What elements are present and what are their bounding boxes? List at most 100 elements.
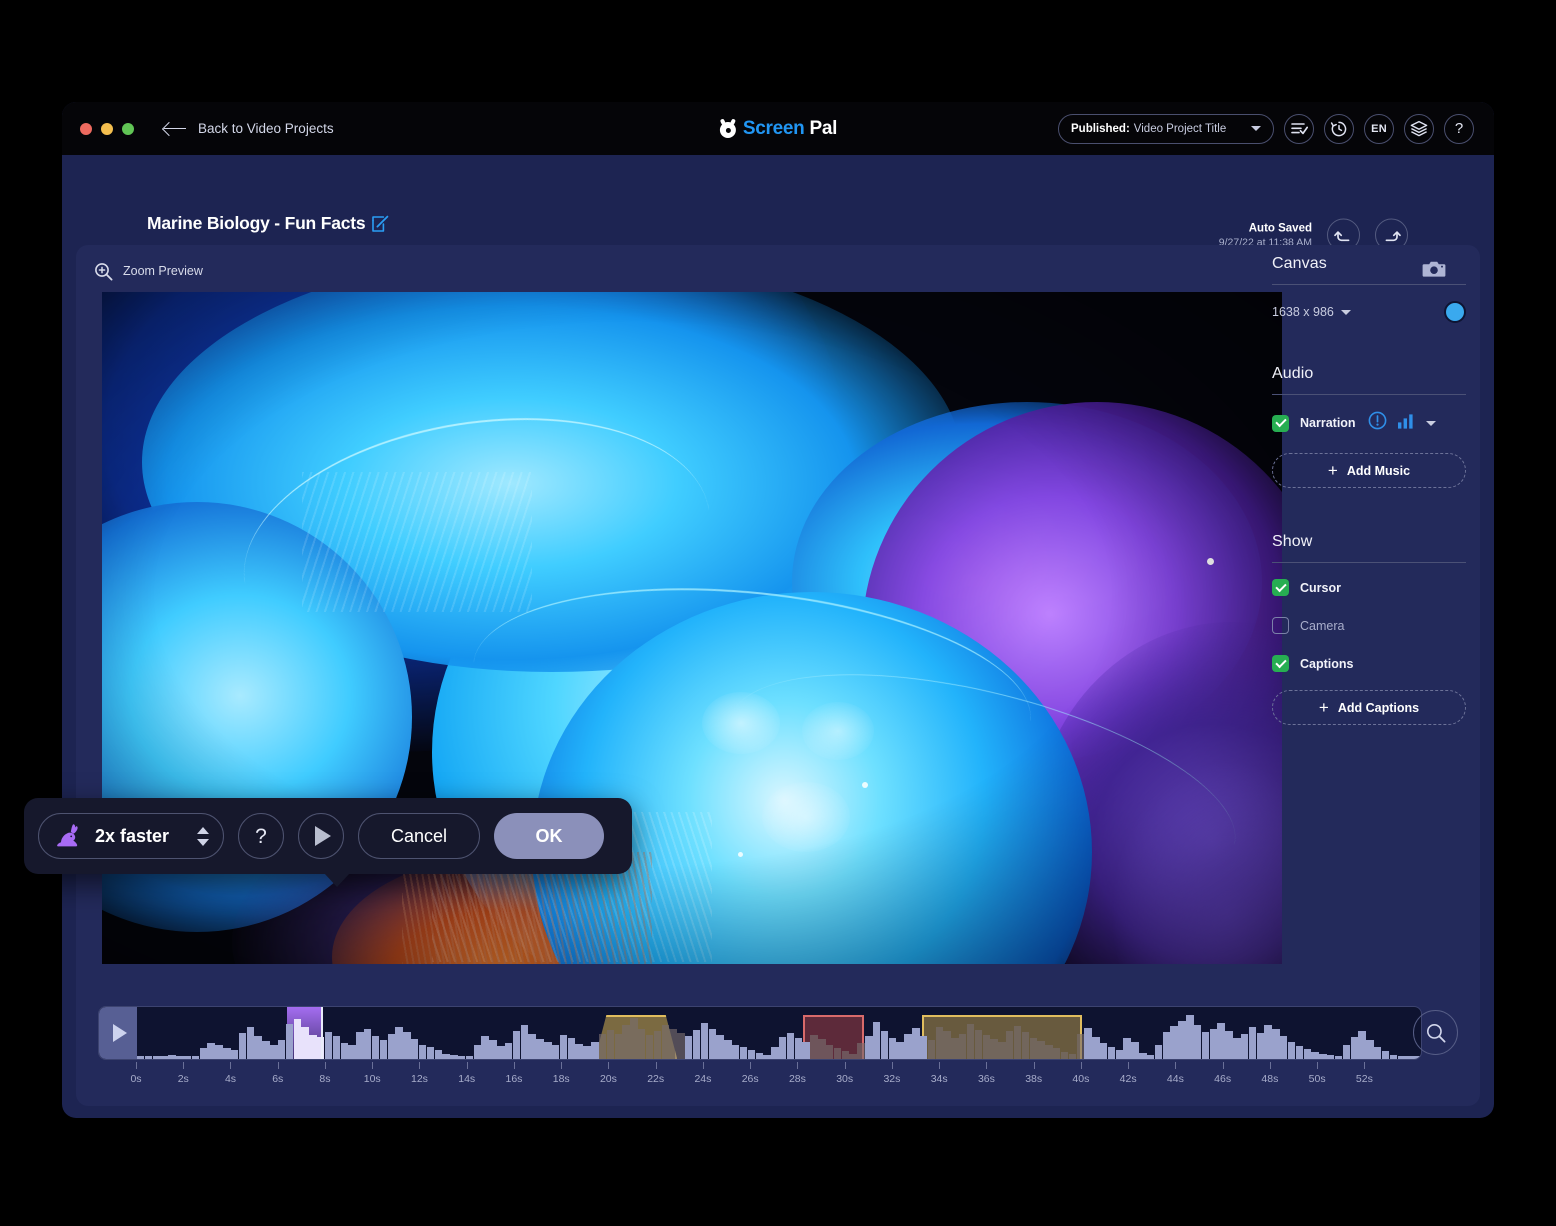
waveform-bar — [912, 1028, 920, 1059]
waveform-bar — [771, 1046, 779, 1059]
show-cursor-row: Cursor — [1272, 579, 1466, 596]
checklist-button[interactable] — [1284, 113, 1314, 144]
window-controls — [80, 122, 134, 135]
narration-levels-button[interactable] — [1397, 413, 1416, 434]
waveform-bar — [974, 1030, 983, 1059]
waveform-bar — [802, 1041, 810, 1059]
waveform-bar — [504, 1042, 513, 1059]
edit-pencil-icon[interactable] — [371, 215, 389, 233]
stepper-up-icon[interactable] — [197, 826, 209, 834]
waveform-bar — [1280, 1035, 1288, 1059]
waveform-bar — [207, 1042, 215, 1059]
timeline-track[interactable] — [98, 1006, 1422, 1060]
play-triangle-icon — [315, 826, 331, 846]
timeline-zoom-button[interactable] — [1413, 1010, 1458, 1055]
waveform-bar — [575, 1043, 583, 1059]
chevron-down-icon — [1251, 126, 1261, 131]
layers-button[interactable] — [1404, 113, 1434, 144]
ruler-tick — [230, 1062, 232, 1069]
back-to-video-projects-link[interactable]: Back to Video Projects — [164, 121, 334, 136]
history-clock-icon — [1330, 121, 1347, 136]
waveform-bar — [293, 1018, 301, 1059]
ruler-tick-label: 30s — [836, 1073, 854, 1085]
show-section: Show Cursor Camera Captions + Add Captio… — [1272, 533, 1466, 725]
ruler-tick-label: 28s — [788, 1073, 806, 1085]
minimize-window-button[interactable] — [101, 122, 113, 135]
ruler-tick — [372, 1062, 374, 1069]
waveform-bar — [1366, 1039, 1374, 1059]
waveform-bar — [536, 1038, 544, 1059]
waveform-bar — [1264, 1025, 1272, 1059]
waveform-bar — [1233, 1037, 1241, 1059]
waveform-bar — [927, 1039, 936, 1059]
version-history-button[interactable] — [1324, 113, 1354, 144]
ok-button[interactable]: OK — [494, 813, 604, 859]
waveform-bar — [246, 1027, 255, 1059]
speed-value: 2x faster — [95, 825, 170, 846]
ruler-tick — [1269, 1062, 1271, 1069]
waveform-bar — [919, 1035, 928, 1059]
maximize-window-button[interactable] — [122, 122, 134, 135]
camera-checkbox[interactable] — [1272, 617, 1289, 634]
cursor-checkbox[interactable] — [1272, 579, 1289, 596]
ruler-tick-label: 16s — [505, 1073, 523, 1085]
narration-dropdown-icon[interactable] — [1425, 420, 1436, 426]
checklist-icon — [1290, 123, 1308, 135]
timeline-playhead[interactable] — [321, 1007, 323, 1059]
speed-stepper[interactable] — [197, 826, 209, 846]
waveform-bar — [356, 1032, 364, 1059]
ruler-tick-label: 6s — [272, 1073, 284, 1085]
cancel-button[interactable]: Cancel — [358, 813, 480, 859]
speed-selector[interactable]: 2x faster — [38, 813, 224, 859]
waveform-bar — [176, 1055, 184, 1059]
waveform-bar — [1342, 1044, 1351, 1059]
waveform-bar — [849, 1054, 857, 1059]
zoom-preview-button[interactable]: Zoom Preview — [94, 262, 203, 281]
canvas-dimensions-dropdown-icon[interactable] — [1340, 309, 1351, 315]
waveform-bar — [1358, 1031, 1366, 1059]
ruler-tick — [1317, 1062, 1319, 1069]
waveform-bar — [301, 1027, 309, 1059]
ruler-tick — [655, 1062, 657, 1069]
question-mark-icon: ? — [1454, 120, 1464, 137]
ruler-tick — [702, 1062, 704, 1069]
narration-warning-button[interactable] — [1368, 411, 1387, 435]
language-button[interactable]: EN — [1364, 113, 1394, 144]
waveform-bar — [465, 1055, 474, 1059]
waveform-bar — [1076, 1034, 1084, 1059]
help-button[interactable]: ? — [1444, 113, 1474, 144]
waveform-bar — [747, 1050, 756, 1059]
waveform-bar — [763, 1055, 771, 1059]
waveform-bar — [1146, 1055, 1155, 1059]
timeline: 0s 2s 4s 6s 8s 10s 12s 14s 16s 18s 20s 22s 24s 26s 28s… — [98, 1006, 1458, 1096]
waveform-bar — [520, 1025, 529, 1059]
speed-help-button[interactable]: ? — [238, 813, 284, 859]
timeline-play-button[interactable] — [99, 1007, 137, 1059]
add-music-button[interactable]: + Add Music — [1272, 453, 1466, 488]
add-captions-button[interactable]: + Add Captions — [1272, 690, 1466, 725]
waveform-bar — [371, 1035, 380, 1059]
ruler-tick-label: 22s — [647, 1073, 665, 1085]
ruler-tick-label: 42s — [1119, 1073, 1137, 1085]
waveform-bar — [1311, 1052, 1319, 1059]
canvas-background-color-swatch[interactable] — [1444, 301, 1466, 323]
waveform-bar — [661, 1025, 669, 1059]
timeline-waveform[interactable] — [137, 1007, 1421, 1059]
waveform-bar — [434, 1050, 442, 1059]
close-window-button[interactable] — [80, 122, 92, 135]
stepper-down-icon[interactable] — [197, 838, 209, 846]
zoom-in-icon — [95, 262, 113, 281]
narration-checkbox[interactable] — [1272, 414, 1289, 432]
waveform-bar — [1139, 1053, 1147, 1059]
audio-heading: Audio — [1272, 365, 1314, 382]
captions-checkbox[interactable] — [1272, 655, 1289, 672]
waveform-bar — [223, 1048, 231, 1059]
waveform-bar — [1327, 1055, 1335, 1059]
project-title-field[interactable]: Marine Biology - Fun Facts — [147, 213, 389, 247]
published-project-dropdown[interactable]: Published: Video Project Title — [1058, 113, 1274, 144]
speed-preview-play-button[interactable] — [298, 813, 344, 859]
speed-control-popup: 2x faster ? Cancel OK — [24, 798, 632, 887]
waveform-bar — [638, 1029, 646, 1059]
show-camera-row: Camera — [1272, 617, 1466, 634]
waveform-bar — [1006, 1031, 1014, 1059]
